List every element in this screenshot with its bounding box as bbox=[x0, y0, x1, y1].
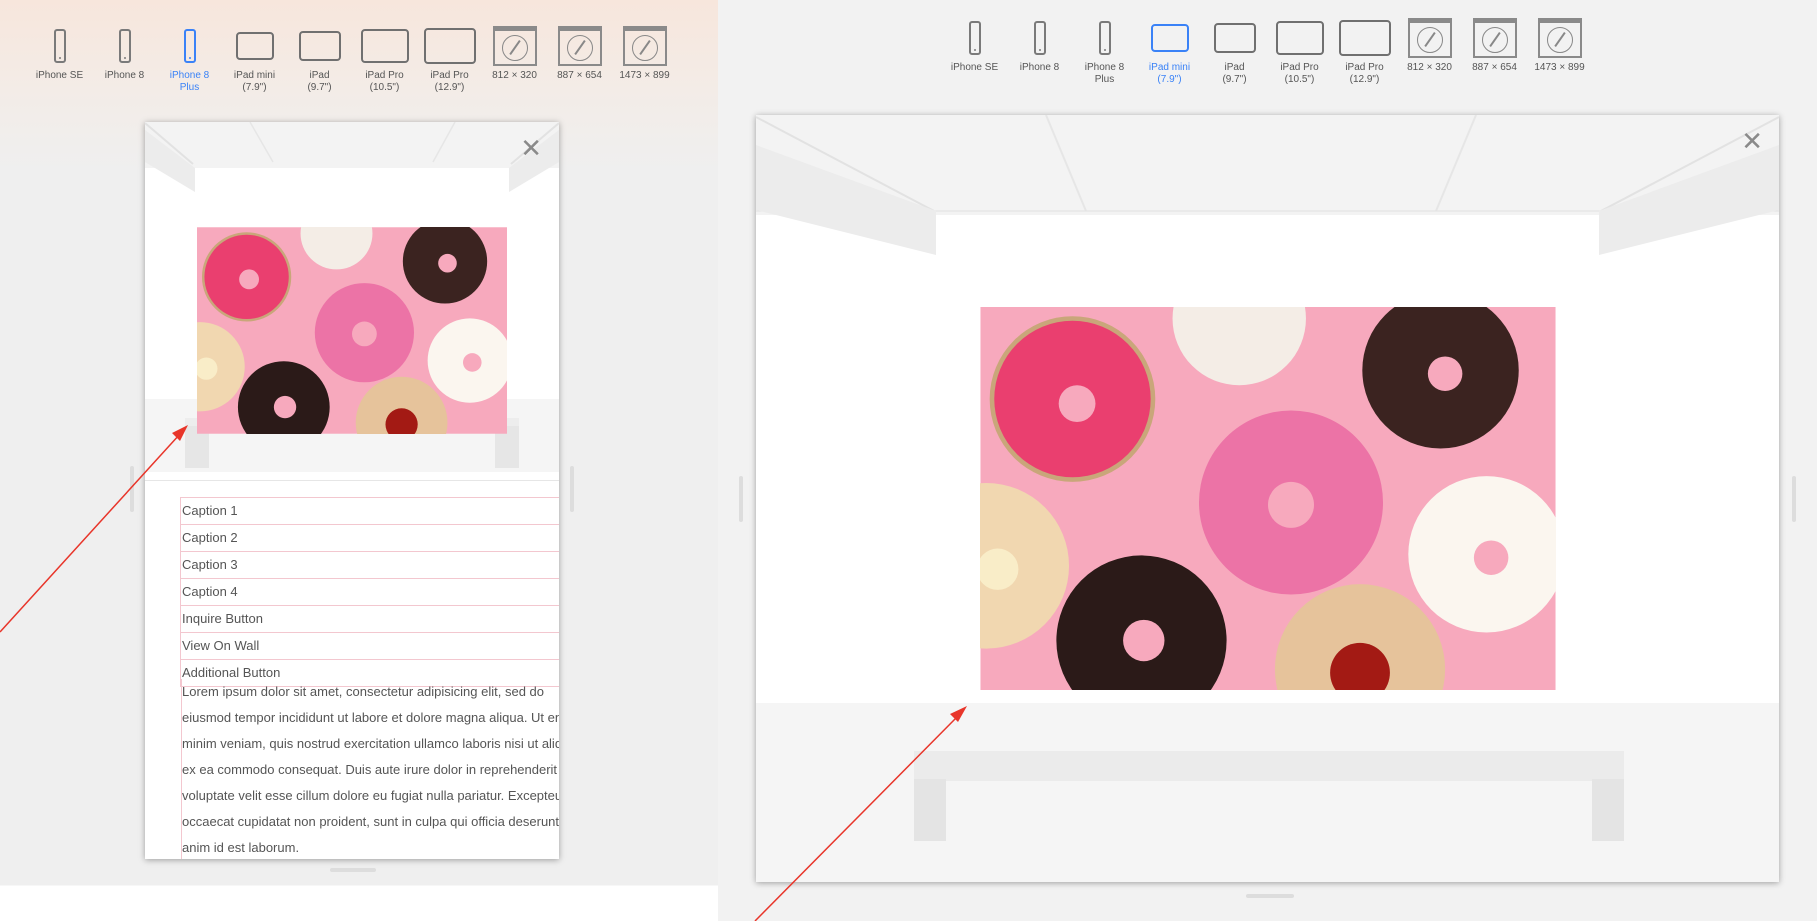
phone-icon bbox=[183, 22, 196, 70]
device-option[interactable]: 887 × 654 bbox=[547, 22, 612, 94]
device-label: iPad Pro (12.9") bbox=[430, 70, 469, 93]
phone-icon bbox=[118, 22, 131, 70]
device-option[interactable]: 812 × 320 bbox=[482, 22, 547, 94]
phone-icon bbox=[1033, 14, 1046, 62]
description-line: minim veniam, quis nostrud exercitation … bbox=[182, 736, 559, 751]
device-option[interactable]: iPad (9.7") bbox=[1202, 14, 1267, 86]
device-label: 812 × 320 bbox=[1407, 62, 1452, 73]
device-selector-bar: iPhone SE iPhone 8 iPhone 8 Plus iPad mini … bbox=[942, 14, 1592, 86]
description-line: voluptate velit esse cillum dolore eu fu… bbox=[182, 788, 559, 803]
device-option[interactable]: 1473 × 899 bbox=[1527, 14, 1592, 86]
browser-icon bbox=[557, 22, 602, 70]
phone-icon bbox=[53, 22, 66, 70]
tablet-icon bbox=[1150, 14, 1189, 62]
bottom-resize-handle[interactable] bbox=[330, 868, 376, 872]
close-icon[interactable]: ✕ bbox=[520, 135, 542, 161]
device-option[interactable]: iPhone SE bbox=[942, 14, 1007, 86]
description-line: eiusmod tempor incididunt ut labore et d… bbox=[182, 710, 559, 725]
browser-icon bbox=[622, 22, 667, 70]
caption-item: Caption 3 bbox=[181, 552, 559, 579]
device-label: iPhone SE bbox=[950, 62, 999, 73]
device-label: iPhone 8 bbox=[104, 70, 145, 81]
browser-icon bbox=[1472, 14, 1517, 62]
browser-icon bbox=[1537, 14, 1582, 62]
lightbox-details: Caption 1 Caption 2 Caption 3 Caption 4 Inqu… bbox=[145, 480, 559, 859]
device-option[interactable]: iPhone 8 bbox=[92, 22, 157, 94]
device-option[interactable]: 1473 × 899 bbox=[612, 22, 677, 94]
caption-item: Caption 1 bbox=[181, 498, 559, 525]
device-option[interactable]: iPad mini (7.9") bbox=[1137, 14, 1202, 86]
bottom-resize-handle[interactable] bbox=[1246, 894, 1294, 898]
artwork-lightbox: ✕ Caption 1 Caption 2 Caption 3 Caption 4 In… bbox=[145, 122, 559, 859]
side-resize-handle[interactable] bbox=[739, 476, 743, 522]
device-selector-bar: iPhone SE iPhone 8 iPhone 8 Plus iPad mini … bbox=[27, 22, 677, 94]
device-label: iPhone SE bbox=[35, 70, 84, 81]
device-option[interactable]: 812 × 320 bbox=[1397, 14, 1462, 86]
side-resize-handle[interactable] bbox=[130, 466, 134, 512]
caption-item: Caption 4 bbox=[181, 579, 559, 606]
artwork-lightbox: ✕ bbox=[756, 115, 1779, 882]
caption-list: Caption 1 Caption 2 Caption 3 Caption 4 Inqu… bbox=[180, 497, 559, 687]
device-option[interactable]: iPad Pro (12.9") bbox=[1332, 14, 1397, 86]
caption-item[interactable]: Inquire Button bbox=[181, 606, 559, 633]
device-option[interactable]: 887 × 654 bbox=[1462, 14, 1527, 86]
device-option[interactable]: iPhone 8 Plus bbox=[157, 22, 222, 94]
artwork-description: Lorem ipsum dolor sit amet, consectetur … bbox=[181, 679, 559, 859]
tablet-icon bbox=[423, 22, 476, 70]
side-resize-handle[interactable] bbox=[1792, 476, 1796, 522]
device-label: iPad mini (7.9") bbox=[233, 70, 276, 93]
device-label: iPad Pro (10.5") bbox=[1280, 62, 1319, 85]
device-label: iPad Pro (10.5") bbox=[365, 70, 404, 93]
artwork-image[interactable] bbox=[197, 227, 507, 434]
tablet-icon bbox=[298, 22, 341, 70]
side-resize-handle[interactable] bbox=[570, 466, 574, 512]
caption-item[interactable]: View On Wall bbox=[181, 633, 559, 660]
device-label: iPad Pro (12.9") bbox=[1345, 62, 1384, 85]
device-label: 887 × 654 bbox=[557, 70, 602, 81]
device-label: iPhone 8 bbox=[1019, 62, 1060, 73]
device-label: iPhone 8 Plus bbox=[1084, 62, 1125, 85]
tablet-icon bbox=[1213, 14, 1256, 62]
device-option[interactable]: iPad Pro (12.9") bbox=[417, 22, 482, 94]
device-label: iPhone 8 Plus bbox=[169, 70, 210, 93]
description-line: Lorem ipsum dolor sit amet, consectetur … bbox=[182, 684, 545, 699]
close-icon[interactable]: ✕ bbox=[1741, 128, 1763, 154]
right-preview-panel: iPhone SE iPhone 8 iPhone 8 Plus iPad mini … bbox=[718, 0, 1817, 921]
browser-icon bbox=[1407, 14, 1452, 62]
tablet-icon bbox=[1275, 14, 1324, 62]
device-option[interactable]: iPhone SE bbox=[27, 22, 92, 94]
tablet-icon bbox=[235, 22, 274, 70]
device-label: iPad (9.7") bbox=[307, 70, 332, 93]
description-line: occaecat cupidatat non proident, sunt in… bbox=[182, 814, 559, 829]
device-label: 812 × 320 bbox=[492, 70, 537, 81]
device-label: 1473 × 899 bbox=[1534, 62, 1585, 73]
device-option[interactable]: iPhone 8 Plus bbox=[1072, 14, 1137, 86]
device-option[interactable]: iPad mini (7.9") bbox=[222, 22, 287, 94]
artwork-image[interactable] bbox=[980, 307, 1556, 690]
device-label: 887 × 654 bbox=[1472, 62, 1517, 73]
caption-item: Caption 2 bbox=[181, 525, 559, 552]
left-preview-panel: iPhone SE iPhone 8 iPhone 8 Plus iPad mini … bbox=[0, 0, 718, 921]
device-option[interactable]: iPad (9.7") bbox=[287, 22, 352, 94]
browser-icon bbox=[492, 22, 537, 70]
device-label: iPad mini (7.9") bbox=[1148, 62, 1191, 85]
phone-icon bbox=[968, 14, 981, 62]
device-option[interactable]: iPad Pro (10.5") bbox=[1267, 14, 1332, 86]
tablet-icon bbox=[1338, 14, 1391, 62]
device-label: iPad (9.7") bbox=[1222, 62, 1247, 85]
device-label: 1473 × 899 bbox=[619, 70, 670, 81]
phone-icon bbox=[1098, 14, 1111, 62]
device-option[interactable]: iPhone 8 bbox=[1007, 14, 1072, 86]
description-line: anim id est laborum. bbox=[182, 840, 300, 855]
device-option[interactable]: iPad Pro (10.5") bbox=[352, 22, 417, 94]
tablet-icon bbox=[360, 22, 409, 70]
description-line: ex ea commodo consequat. Duis aute irure… bbox=[182, 762, 559, 777]
